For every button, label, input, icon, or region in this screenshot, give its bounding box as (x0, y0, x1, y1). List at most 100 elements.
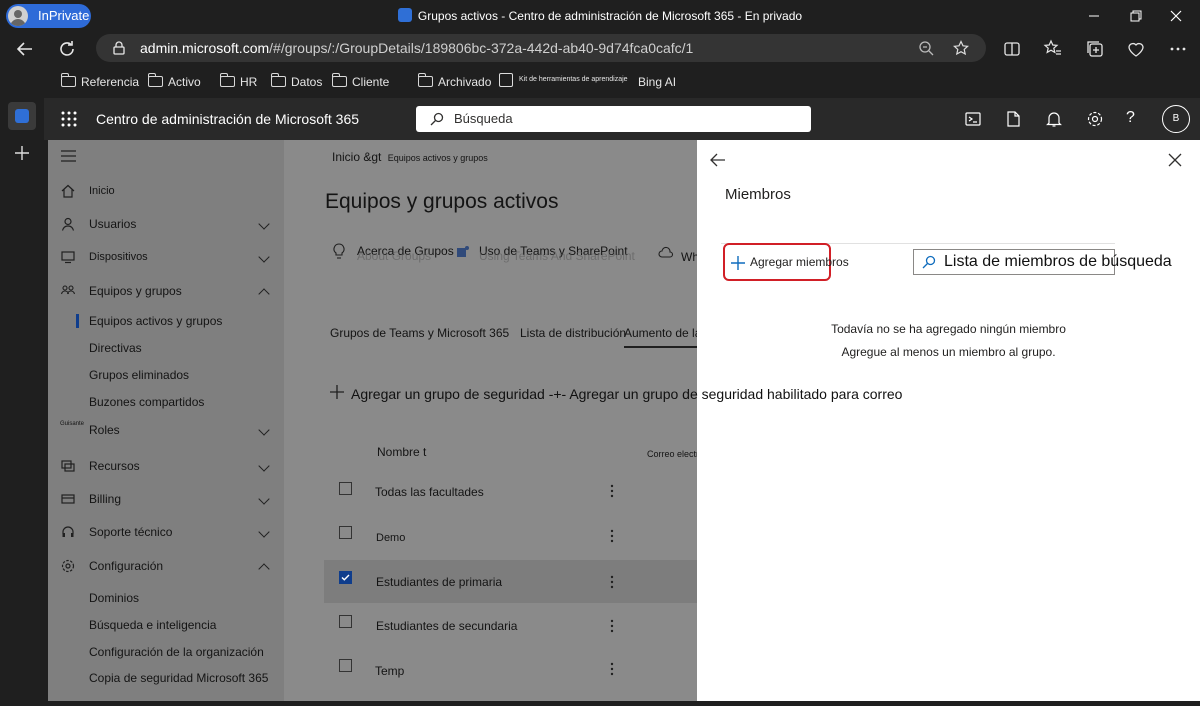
nav-item-equipos-activos-y-grupos[interactable]: Equipos activos y grupos (48, 310, 284, 332)
app-launcher-icon[interactable] (60, 110, 78, 128)
table-row[interactable]: Demo (284, 514, 697, 558)
nav-item-equipos-y-grupos[interactable]: Equipos y grupos (48, 280, 284, 302)
close-window-button[interactable] (1166, 6, 1186, 26)
more-actions-icon[interactable] (610, 484, 614, 498)
table-row[interactable]: Temp (284, 650, 697, 694)
global-search-input[interactable]: Búsqueda (416, 106, 811, 132)
more-options-icon[interactable] (1168, 39, 1190, 59)
terminal-icon[interactable] (964, 110, 982, 128)
more-actions-icon[interactable] (610, 619, 614, 633)
favorite-bing-ai[interactable]: Bing AI (618, 73, 676, 91)
nav-item-roles[interactable]: Guisante Roles (48, 419, 284, 441)
user-avatar[interactable]: B (1162, 105, 1190, 133)
table-row[interactable]: Estudiantes de secundaria (284, 605, 697, 649)
new-tab-icon[interactable] (13, 144, 31, 162)
folder-icon (60, 73, 76, 87)
column-header-email[interactable]: Correo electrónico (647, 449, 697, 459)
members-flyout-panel: Miembros Agregar miembros Lista de miemb… (697, 140, 1200, 701)
close-icon[interactable] (1168, 153, 1182, 167)
more-actions-icon[interactable] (610, 662, 614, 676)
table-row[interactable]: Todas las facultades (284, 468, 697, 512)
nav-item-configuracion-organizacion[interactable]: Configuración de la organización (48, 641, 284, 663)
refresh-icon[interactable] (56, 38, 78, 60)
breadcrumb: Inicio &gt Equipos activos y grupos (332, 150, 488, 164)
favorite-archivado[interactable]: Archivado (417, 73, 491, 91)
favorite-cliente[interactable]: Cliente (331, 73, 389, 91)
nav-item-recursos[interactable]: Recursos (48, 455, 284, 477)
resources-icon (61, 460, 75, 472)
settings-gear-icon[interactable] (1086, 110, 1104, 128)
chevron-up-icon (258, 563, 270, 575)
tab-distribution-list[interactable]: Lista de distribución (520, 326, 626, 340)
row-checkbox[interactable] (339, 526, 352, 539)
nav-item-dominios[interactable]: Dominios (48, 587, 284, 609)
nav-item-directivas[interactable]: Directivas (48, 337, 284, 359)
app-title: Centro de administración de Microsoft 36… (96, 111, 360, 127)
minimize-button[interactable] (1084, 6, 1104, 26)
favorite-referencia[interactable]: Referencia (60, 73, 139, 91)
whats-new-link[interactable]: Wh (681, 250, 697, 264)
nav-item-configuracion[interactable]: Configuración (48, 555, 284, 577)
split-screen-icon[interactable] (1002, 39, 1022, 59)
book-icon (499, 73, 513, 87)
document-icon[interactable] (1004, 110, 1022, 128)
teams-sharepoint-usage-link[interactable]: Uso de Teams y SharePoint Using Teams An… (479, 244, 635, 263)
nav-item-buzones-compartidos[interactable]: Buzones compartidos (48, 391, 284, 413)
table-row-selected[interactable]: Estudiantes de primaria (324, 560, 697, 603)
url-path: /#/groups/:/GroupDetails/189806bc-372a-4… (269, 40, 694, 56)
add-security-group-command[interactable]: Agregar un grupo de seguridad -+- Agrega… (351, 386, 902, 402)
column-header-name[interactable]: Nombre t (377, 445, 426, 459)
about-groups-link[interactable]: Acerca de Grupos About Groups (357, 244, 454, 263)
address-bar[interactable]: admin.microsoft.com/#/groups/:/GroupDeta… (96, 34, 986, 62)
admin-icon (15, 109, 29, 123)
nav-item-copia-seguridad[interactable]: Copia de seguridad Microsoft 365 (48, 667, 284, 689)
folder-icon (270, 73, 286, 87)
add-icon (330, 385, 344, 399)
nav-item-soporte-tecnico[interactable]: Soporte técnico (48, 521, 284, 543)
selected-indicator (76, 314, 79, 328)
row-checkbox[interactable] (339, 659, 352, 672)
headset-icon (62, 526, 74, 537)
back-arrow-icon[interactable] (709, 152, 727, 168)
empty-state-subtitle: Agregue al menos un miembro al grupo. (841, 345, 1056, 359)
restore-button[interactable] (1126, 6, 1146, 26)
tab-security-groups[interactable]: Aumento de la (624, 326, 697, 348)
favorite-kit-aprendizaje[interactable]: Kit de herramientas de aprendizaje (499, 71, 628, 89)
lock-icon (112, 41, 126, 55)
member-search-input[interactable]: Lista de miembros de búsqueda (913, 249, 1172, 275)
favorite-hr[interactable]: HR (219, 73, 257, 91)
row-checkbox[interactable] (339, 482, 352, 495)
more-actions-icon[interactable] (610, 529, 614, 543)
folder-icon (147, 73, 163, 87)
groups-icon (61, 285, 75, 295)
favorite-star-icon[interactable] (953, 40, 969, 56)
nav-item-billing[interactable]: Billing (48, 488, 284, 510)
tab-teams-m365-groups[interactable]: Grupos de Teams y Microsoft 365 (330, 326, 509, 340)
row-checkbox[interactable] (339, 615, 352, 628)
row-checkbox-checked[interactable] (339, 571, 352, 584)
more-actions-icon[interactable] (610, 575, 614, 589)
favorites-icon[interactable] (1043, 39, 1063, 59)
nav-item-usuarios[interactable]: Usuarios (48, 213, 284, 235)
plus-icon (731, 256, 745, 270)
favorites-bar: Referencia Activo HR Datos Cliente Archi… (0, 66, 1200, 98)
add-members-button[interactable]: Agregar miembros (723, 243, 849, 281)
health-icon[interactable] (1126, 39, 1146, 59)
collections-icon[interactable] (1085, 39, 1105, 59)
edge-vertical-strip (0, 66, 44, 706)
hamburger-menu-icon[interactable] (61, 150, 77, 162)
nav-item-inicio[interactable]: Inicio (48, 180, 284, 202)
admin-tab-button[interactable] (8, 102, 36, 130)
nav-item-dispositivos[interactable]: Dispositivos (48, 246, 284, 268)
back-icon[interactable] (14, 38, 36, 60)
chevron-down-icon (258, 424, 270, 436)
favorite-activo[interactable]: Activo (147, 73, 201, 91)
favorite-datos[interactable]: Datos (270, 73, 322, 91)
breadcrumb-home[interactable]: Inicio &gt (332, 150, 381, 164)
nav-item-busqueda-e-inteligencia[interactable]: Búsqueda e inteligencia (48, 614, 284, 636)
help-icon[interactable]: ? (1126, 109, 1135, 127)
nav-item-grupos-eliminados[interactable]: Grupos eliminados (48, 364, 284, 386)
background-page-overlay: Inicio Usuarios Dispositivos Equipos y g… (48, 140, 697, 701)
notifications-bell-icon[interactable] (1045, 110, 1063, 128)
zoom-icon[interactable] (918, 40, 934, 56)
